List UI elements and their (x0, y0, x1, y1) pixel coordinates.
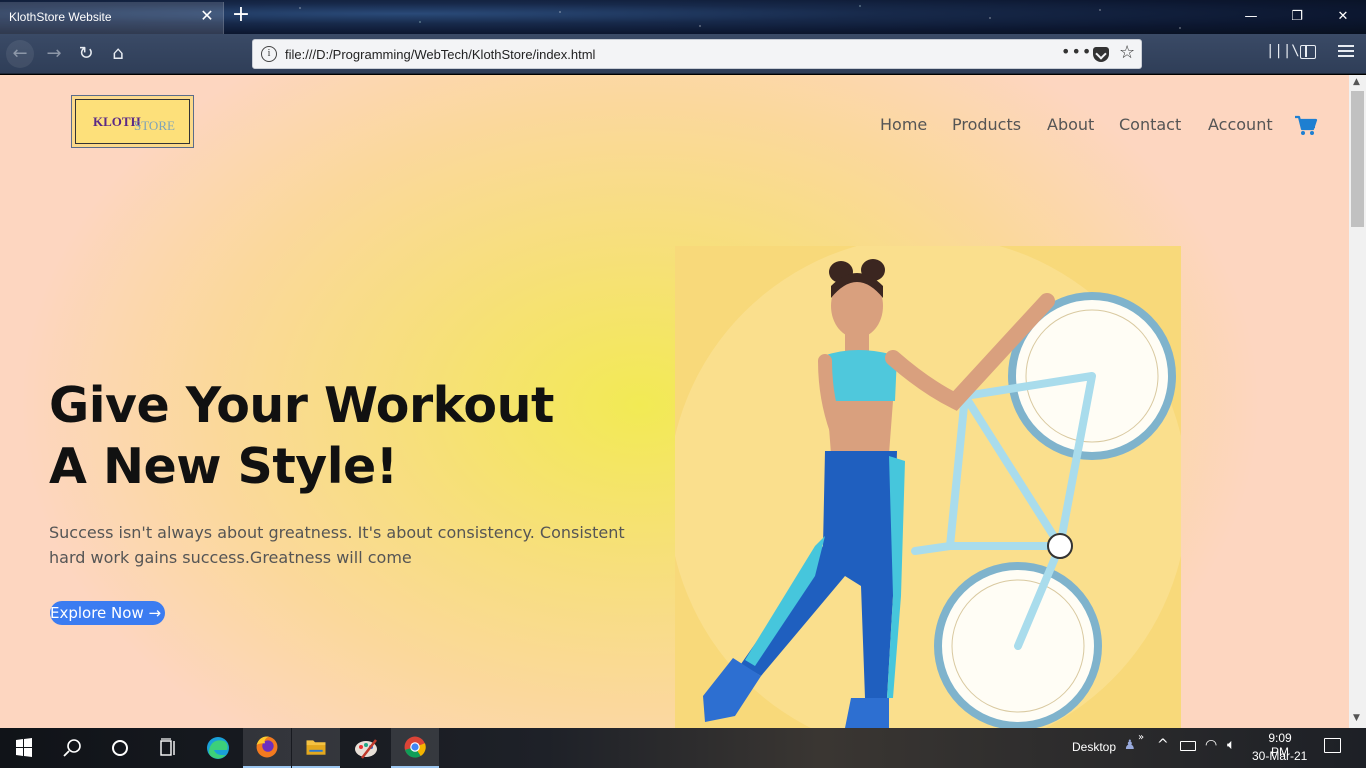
back-arrow-icon[interactable]: ← (6, 40, 34, 68)
notification-center-icon[interactable] (1324, 738, 1341, 753)
hero-title-line-1: Give Your Workout (49, 377, 554, 434)
logo-text-store: STORE (134, 118, 175, 133)
window-close-icon[interactable]: ✕ (1320, 0, 1366, 34)
toolbar-overflow-icon[interactable]: » (1138, 732, 1144, 743)
forward-arrow-icon[interactable]: → (40, 40, 68, 68)
explore-now-button[interactable]: Explore Now → (50, 601, 165, 625)
page-viewport: KLOTH STORE Home Products About Contact … (0, 75, 1349, 728)
page-actions-icon[interactable]: ••• (1061, 42, 1092, 61)
hero-title: Give Your Workout A New Style! (49, 375, 649, 497)
hamburger-menu-icon[interactable] (1338, 44, 1354, 58)
window-minimize-icon[interactable]: — (1228, 0, 1274, 34)
pocket-icon[interactable] (1093, 47, 1109, 62)
search-icon[interactable] (48, 728, 96, 768)
paint-icon[interactable] (342, 728, 390, 768)
browser-tab[interactable]: KlothStore Website ✕ (0, 2, 224, 34)
windows-start-icon[interactable] (0, 728, 48, 768)
sidebar-toggle-icon[interactable] (1300, 45, 1316, 59)
address-bar[interactable]: i file:///D:/Programming/WebTech/KlothSt… (252, 39, 1142, 69)
home-icon[interactable]: ⌂ (104, 40, 132, 68)
hero-title-line-2: A New Style! (49, 438, 398, 495)
volume-icon[interactable]: 🔈︎ (1227, 737, 1235, 753)
main-navigation: Home Products About Contact Account (789, 115, 1349, 139)
nav-link-products[interactable]: Products (952, 115, 1021, 134)
nav-link-home[interactable]: Home (880, 115, 927, 134)
edge-icon[interactable] (194, 728, 242, 768)
reload-icon[interactable]: ↻ (72, 40, 100, 68)
show-hidden-icons-icon[interactable]: ^ (1157, 737, 1169, 753)
window-restore-icon[interactable]: ❐ (1274, 0, 1320, 34)
library-icon[interactable]: |||\ (1266, 43, 1300, 59)
firefox-icon[interactable] (243, 728, 291, 768)
vertical-scrollbar[interactable]: ▲ ▼ (1349, 75, 1366, 728)
user-tray-icon[interactable]: ♟ (1124, 738, 1136, 753)
shopping-cart-icon[interactable] (1294, 115, 1318, 137)
desktop-toolbar-label[interactable]: Desktop (1072, 740, 1116, 754)
task-view-icon[interactable] (144, 728, 192, 768)
nav-link-contact[interactable]: Contact (1119, 115, 1181, 134)
scroll-down-icon[interactable]: ▼ (1353, 713, 1360, 723)
url-text[interactable]: file:///D:/Programming/WebTech/KlothStor… (285, 47, 595, 62)
battery-icon[interactable] (1180, 741, 1196, 751)
info-icon[interactable]: i (261, 46, 277, 62)
file-explorer-icon[interactable] (292, 728, 340, 768)
nav-link-about[interactable]: About (1047, 115, 1094, 134)
cortana-icon[interactable] (96, 728, 144, 768)
scrollbar-thumb[interactable] (1351, 91, 1364, 227)
browser-tab-bar: KlothStore Website ✕ + — ❐ ✕ (0, 0, 1366, 34)
logo-frame: KLOTH STORE (75, 99, 190, 144)
tab-title: KlothStore Website (9, 10, 112, 24)
hero-description: Success isn't always about greatness. It… (49, 523, 625, 567)
windows-taskbar: Desktop ♟ » ^ ◠ 🔈︎ 9:09 PM 30-Mar-21 (0, 728, 1366, 768)
new-tab-icon[interactable]: + (230, 4, 252, 28)
hero-image (675, 246, 1181, 728)
bookmark-star-icon[interactable]: ☆ (1119, 42, 1135, 63)
nav-link-account[interactable]: Account (1208, 115, 1273, 134)
browser-toolbar: ← → ↻ ⌂ i file:///D:/Programming/WebTech… (0, 34, 1366, 74)
scroll-up-icon[interactable]: ▲ (1353, 77, 1360, 87)
wifi-icon[interactable]: ◠ (1205, 737, 1217, 753)
clock-date[interactable]: 30-Mar-21 (1252, 749, 1307, 763)
site-logo[interactable]: KLOTH STORE (71, 95, 194, 148)
tab-close-icon[interactable]: ✕ (198, 7, 216, 25)
chrome-icon[interactable] (391, 728, 439, 768)
